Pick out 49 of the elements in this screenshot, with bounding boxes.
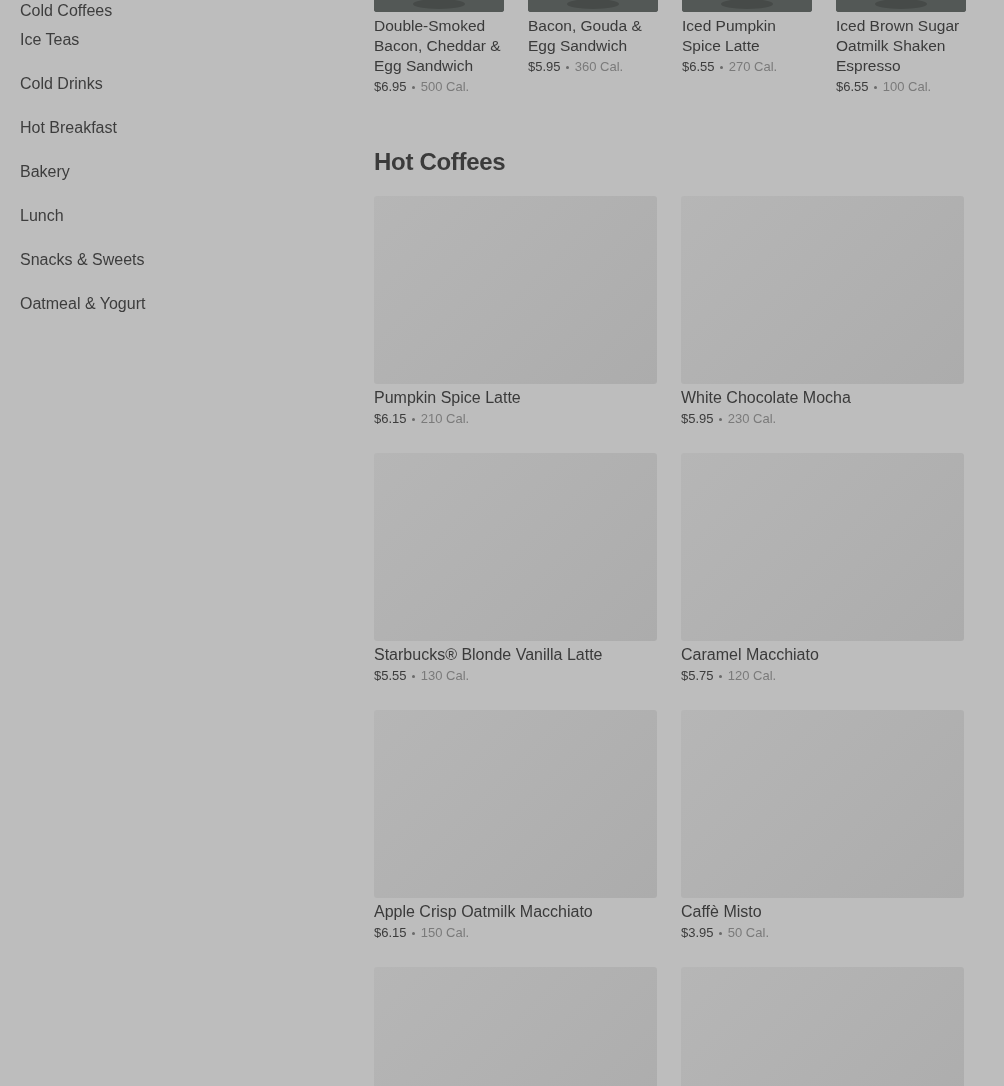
price: $6.15	[374, 411, 407, 426]
price: $6.15	[374, 925, 407, 940]
price: $3.95	[681, 925, 714, 940]
separator-dot	[566, 66, 570, 70]
price: $5.95	[681, 411, 714, 426]
product-name[interactable]: Iced Pumpkin Spice Latte	[682, 16, 812, 56]
price: $6.95	[374, 79, 407, 94]
category-link[interactable]: Oatmeal & Yogurt	[20, 294, 146, 314]
calories: 120 Cal.	[727, 668, 777, 683]
price: $5.95	[528, 59, 561, 74]
calories: 150 Cal.	[420, 925, 470, 940]
separator-dot	[874, 86, 878, 90]
separator-dot	[720, 66, 724, 70]
separator-dot	[719, 418, 723, 422]
calories: 270 Cal.	[728, 59, 778, 74]
section-title: Hot Coffees	[374, 148, 507, 176]
category-link[interactable]: Snacks & Sweets	[20, 250, 145, 270]
category-link[interactable]: Cold Coffees	[20, 1, 113, 21]
calories: 360 Cal.	[574, 59, 624, 74]
category-link[interactable]: Ice Teas	[20, 30, 80, 50]
calories: 230 Cal.	[727, 411, 777, 426]
product-name[interactable]: Apple Crisp Oatmilk Macchiato	[374, 902, 657, 922]
price: $6.55	[836, 79, 869, 94]
calories: 500 Cal.	[420, 79, 470, 94]
separator-dot	[412, 418, 416, 422]
product-name[interactable]: Bacon, Gouda & Egg Sandwich	[528, 16, 658, 56]
category-link[interactable]: Hot Breakfast	[20, 118, 117, 138]
product-name[interactable]: Iced Brown Sugar Oatmilk Shaken Espresso	[836, 16, 966, 76]
price: $6.55	[682, 59, 715, 74]
product-name[interactable]: Starbucks® Blonde Vanilla Latte	[374, 645, 657, 665]
separator-dot	[719, 932, 723, 936]
calories: 210 Cal.	[420, 411, 470, 426]
category-link[interactable]: Lunch	[20, 206, 64, 226]
product-name[interactable]: Caramel Macchiato	[681, 645, 964, 665]
separator-dot	[412, 675, 416, 679]
product-name[interactable]: Caffè Misto	[681, 902, 964, 922]
product-name[interactable]: Pumpkin Spice Latte	[374, 388, 657, 408]
separator-dot	[719, 675, 723, 679]
category-link[interactable]: Cold Drinks	[20, 74, 103, 94]
product-name[interactable]: Double-Smoked Bacon, Cheddar & Egg Sandwich	[374, 16, 504, 76]
separator-dot	[412, 86, 416, 90]
calories: 130 Cal.	[420, 668, 470, 683]
calories: 50 Cal.	[727, 925, 769, 940]
separator-dot	[412, 932, 416, 936]
calories: 100 Cal.	[882, 79, 932, 94]
price: $5.55	[374, 668, 407, 683]
product-name[interactable]: White Chocolate Mocha	[681, 388, 964, 408]
category-link[interactable]: Bakery	[20, 162, 70, 182]
price: $5.75	[681, 668, 714, 683]
